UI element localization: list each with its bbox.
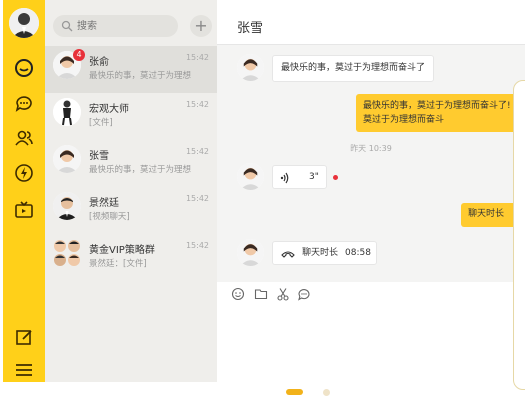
conversation-item[interactable]: 宏观大师 15:42 [文件]: [45, 93, 217, 140]
call-record[interactable]: 聊天时长 08:58: [272, 241, 377, 265]
message-input-area[interactable]: [217, 306, 525, 382]
chat-bubble-icon[interactable]: [14, 58, 34, 78]
message-icon[interactable]: [14, 93, 34, 113]
search-box[interactable]: [53, 15, 178, 37]
voice-message[interactable]: 3": [272, 165, 327, 189]
conversation-name: 宏观大师: [89, 104, 129, 115]
menu-icon[interactable]: [14, 360, 34, 380]
add-button[interactable]: +: [190, 15, 212, 37]
nav-rail: [3, 0, 45, 382]
page-indicator-active[interactable]: [286, 389, 303, 395]
voice-icon: [280, 172, 289, 184]
conversation-preview: 景然廷：[文件]: [89, 259, 147, 269]
scissors-icon[interactable]: [276, 287, 290, 301]
conversation-item[interactable]: 张雪 15:42 最快乐的事，莫过于为理想: [45, 140, 217, 187]
conversation-preview: [视频聊天]: [89, 212, 130, 222]
avatar: [53, 98, 81, 126]
voice-duration: 3": [309, 172, 319, 182]
conversation-preview: 最快乐的事，莫过于为理想: [89, 71, 192, 81]
message-list: 最快乐的事，莫过于为理想而奋斗了 最快乐的事，莫过于为理想而奋斗了! 莫过于为理…: [217, 45, 525, 282]
conversation-time: 15:42: [185, 53, 209, 62]
folder-icon[interactable]: [254, 287, 268, 301]
call-duration: 08:58: [345, 248, 371, 258]
conversation-time: 15:42: [185, 241, 209, 250]
chat-title: 张雪: [237, 21, 264, 36]
search-input[interactable]: [77, 17, 173, 35]
page-indicator[interactable]: [323, 389, 330, 396]
conversation-time: 15:42: [185, 194, 209, 203]
contacts-icon[interactable]: [14, 128, 34, 148]
conversation-time: 15:42: [185, 147, 209, 156]
adjacent-screen-edge: [513, 80, 525, 390]
edit-icon[interactable]: [14, 327, 34, 347]
compose-toolbar: [217, 282, 525, 306]
group-avatar: [53, 239, 81, 267]
outgoing-message: 最快乐的事，莫过于为理想而奋斗了! 莫过于为理想而奋斗: [356, 94, 525, 132]
conversation-item[interactable]: 景然廷 15:42 [视频聊天]: [45, 187, 217, 234]
chat-panel: 张雪 最快乐的事，莫过于为理想而奋斗了 最快乐的事，莫过于为理想而奋斗了! 莫过…: [217, 0, 525, 382]
unread-dot: [333, 175, 338, 180]
sender-avatar: [237, 239, 264, 266]
conversation-preview: 最快乐的事，莫过于为理想: [89, 165, 192, 175]
tv-icon[interactable]: [14, 200, 34, 220]
emoji-icon[interactable]: [231, 287, 245, 301]
conversation-preview: [文件]: [89, 118, 113, 128]
conversation-time: 15:42: [185, 100, 209, 109]
message-text: 聊天时长: [468, 209, 505, 219]
user-avatar[interactable]: [9, 8, 39, 38]
timestamp: 昨天 10:39: [350, 144, 392, 153]
unread-badge: 4: [73, 49, 85, 61]
avatar: [53, 145, 81, 173]
call-label: 聊天时长: [302, 248, 339, 258]
message-line: 莫过于为理想而奋斗: [363, 115, 445, 125]
conversation-item[interactable]: 4 张俞 15:42 最快乐的事，莫过于为理想: [45, 46, 217, 93]
conversation-name: 张俞: [89, 57, 109, 68]
sender-avatar: [237, 54, 264, 81]
search-icon: [61, 20, 73, 32]
avatar: [53, 192, 81, 220]
comment-icon[interactable]: [297, 287, 311, 301]
conversation-list: + 4 张俞 15:42 最快乐的事，莫过于为理想 宏观大师 15:42 [文件…: [45, 0, 217, 382]
message-line: 最快乐的事，莫过于为理想而奋斗了!: [363, 101, 511, 111]
incoming-message: 最快乐的事，莫过于为理想而奋斗了: [272, 55, 435, 82]
conversation-name: 黄金VIP策略群: [89, 245, 155, 256]
conversation-name: 张雪: [89, 151, 109, 162]
phone-hangup-icon: [281, 251, 295, 258]
conversation-item[interactable]: 黄金VIP策略群 15:42 景然廷：[文件]: [45, 234, 217, 281]
conversation-name: 景然廷: [89, 198, 119, 209]
lightning-icon[interactable]: [14, 163, 34, 183]
sender-avatar: [237, 163, 264, 190]
